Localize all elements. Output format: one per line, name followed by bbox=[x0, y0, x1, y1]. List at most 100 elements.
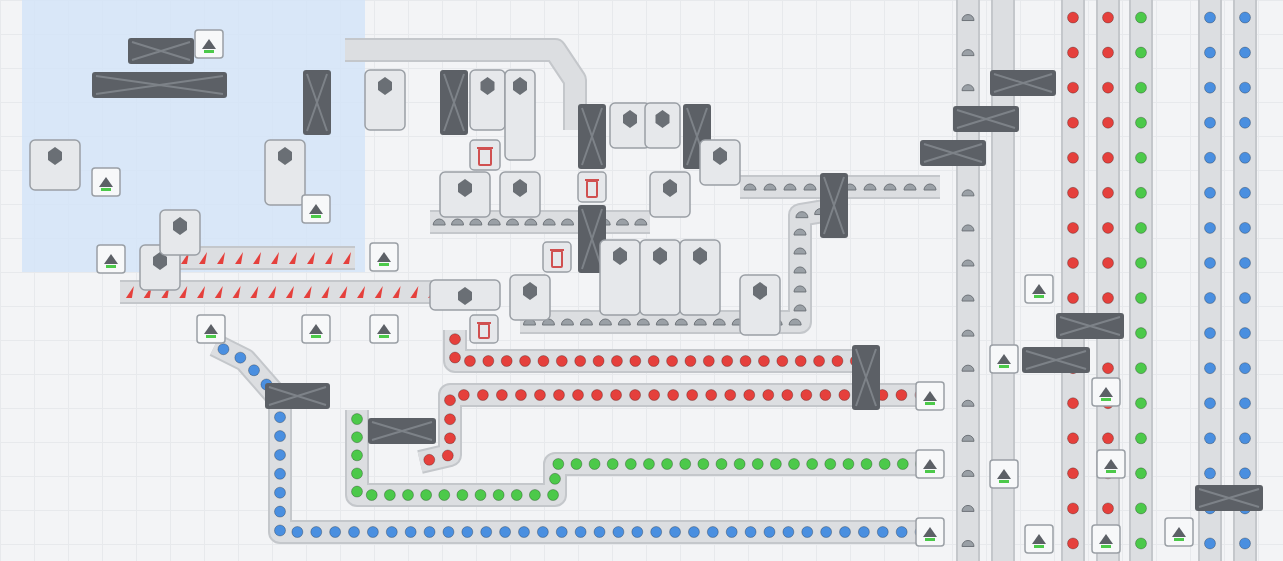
balancer[interactable] bbox=[303, 70, 331, 135]
balancer[interactable] bbox=[852, 345, 880, 410]
balancer[interactable] bbox=[128, 38, 194, 64]
port[interactable] bbox=[1092, 378, 1120, 406]
circle-shape-icon bbox=[520, 356, 531, 367]
balancer[interactable] bbox=[820, 173, 848, 238]
half-shape-icon bbox=[637, 319, 649, 325]
machine[interactable] bbox=[680, 240, 720, 315]
conveyor-belt[interactable] bbox=[962, 0, 974, 561]
balancer[interactable] bbox=[920, 140, 986, 166]
machine[interactable] bbox=[610, 103, 650, 148]
balancer[interactable] bbox=[440, 70, 468, 135]
port[interactable] bbox=[990, 345, 1018, 373]
machine[interactable] bbox=[430, 280, 500, 310]
circle-shape-icon bbox=[1205, 12, 1216, 23]
conveyor-belt[interactable] bbox=[430, 219, 650, 225]
port[interactable] bbox=[370, 315, 398, 343]
circle-shape-icon bbox=[402, 490, 413, 501]
machine[interactable] bbox=[510, 275, 550, 320]
conveyor-belt[interactable] bbox=[1240, 0, 1251, 561]
balancer[interactable] bbox=[990, 70, 1056, 96]
circle-shape-icon bbox=[1068, 47, 1079, 58]
factory-canvas[interactable] bbox=[0, 0, 1283, 561]
machine[interactable] bbox=[650, 172, 690, 217]
balancer[interactable] bbox=[368, 418, 436, 444]
factory-view[interactable] bbox=[0, 0, 1283, 561]
port[interactable] bbox=[302, 315, 330, 343]
port[interactable] bbox=[370, 243, 398, 271]
port[interactable] bbox=[916, 382, 944, 410]
machine[interactable] bbox=[500, 172, 540, 217]
port[interactable] bbox=[195, 30, 223, 58]
circle-shape-icon bbox=[1136, 47, 1147, 58]
circle-shape-icon bbox=[556, 527, 567, 538]
balancer[interactable] bbox=[265, 383, 330, 409]
balancer[interactable] bbox=[578, 104, 606, 169]
conveyor-belt[interactable] bbox=[1068, 0, 1079, 561]
balancer[interactable] bbox=[1195, 485, 1263, 511]
wedge-shape-icon bbox=[268, 286, 276, 298]
trash[interactable] bbox=[470, 140, 500, 170]
circle-shape-icon bbox=[807, 459, 818, 470]
machine[interactable] bbox=[505, 70, 535, 160]
balancer[interactable] bbox=[953, 106, 1019, 132]
port[interactable] bbox=[97, 245, 125, 273]
conveyor-belt[interactable] bbox=[520, 209, 830, 325]
circle-shape-icon bbox=[607, 459, 618, 470]
port[interactable] bbox=[916, 450, 944, 478]
circle-shape-icon bbox=[443, 527, 454, 538]
circle-shape-icon bbox=[352, 486, 363, 497]
circle-shape-icon bbox=[235, 352, 246, 363]
conveyor-belt[interactable] bbox=[450, 330, 866, 367]
circle-shape-icon bbox=[1068, 503, 1079, 514]
conveyor-belt[interactable] bbox=[215, 344, 930, 538]
port[interactable] bbox=[1092, 525, 1120, 553]
machine[interactable] bbox=[640, 240, 680, 315]
circle-shape-icon bbox=[366, 490, 377, 501]
machine[interactable] bbox=[740, 275, 780, 335]
circle-shape-icon bbox=[292, 527, 303, 538]
machine[interactable] bbox=[600, 240, 640, 315]
port[interactable] bbox=[1025, 525, 1053, 553]
circle-shape-icon bbox=[802, 527, 813, 538]
machine[interactable] bbox=[440, 172, 490, 217]
port[interactable] bbox=[1165, 518, 1193, 546]
circle-shape-icon bbox=[1136, 328, 1147, 339]
port[interactable] bbox=[302, 195, 330, 223]
circle-shape-icon bbox=[1240, 117, 1251, 128]
balancer[interactable] bbox=[1022, 347, 1090, 373]
circle-shape-icon bbox=[589, 459, 600, 470]
machine[interactable] bbox=[470, 70, 505, 130]
port[interactable] bbox=[197, 315, 225, 343]
trash[interactable] bbox=[470, 315, 498, 343]
machine[interactable] bbox=[645, 103, 680, 148]
circle-shape-icon bbox=[879, 459, 890, 470]
machine[interactable] bbox=[700, 140, 740, 185]
circle-shape-icon bbox=[511, 490, 522, 501]
machine[interactable] bbox=[30, 140, 80, 190]
arrow-icon bbox=[104, 254, 118, 264]
arrow-icon bbox=[377, 324, 391, 334]
circle-shape-icon bbox=[548, 490, 559, 501]
port[interactable] bbox=[990, 460, 1018, 488]
port[interactable] bbox=[1097, 450, 1125, 478]
trash-icon bbox=[587, 181, 597, 197]
port[interactable] bbox=[92, 168, 120, 196]
machine[interactable] bbox=[265, 140, 305, 205]
wedge-shape-icon bbox=[199, 252, 207, 264]
conveyor-belt[interactable] bbox=[352, 410, 931, 501]
machine[interactable] bbox=[365, 70, 405, 130]
conveyor-belt[interactable] bbox=[175, 252, 355, 264]
circle-shape-icon bbox=[1240, 468, 1251, 479]
balancer[interactable] bbox=[1056, 313, 1124, 339]
circle-shape-icon bbox=[1136, 363, 1147, 374]
machine[interactable] bbox=[160, 210, 200, 255]
conveyor-belt[interactable] bbox=[1136, 0, 1147, 561]
conveyor-belt[interactable] bbox=[1205, 0, 1216, 561]
port[interactable] bbox=[916, 518, 944, 546]
circle-shape-icon bbox=[1136, 152, 1147, 163]
circle-shape-icon bbox=[1205, 328, 1216, 339]
trash[interactable] bbox=[578, 172, 606, 202]
trash[interactable] bbox=[543, 242, 571, 272]
port[interactable] bbox=[1025, 275, 1053, 303]
balancer[interactable] bbox=[92, 72, 227, 98]
